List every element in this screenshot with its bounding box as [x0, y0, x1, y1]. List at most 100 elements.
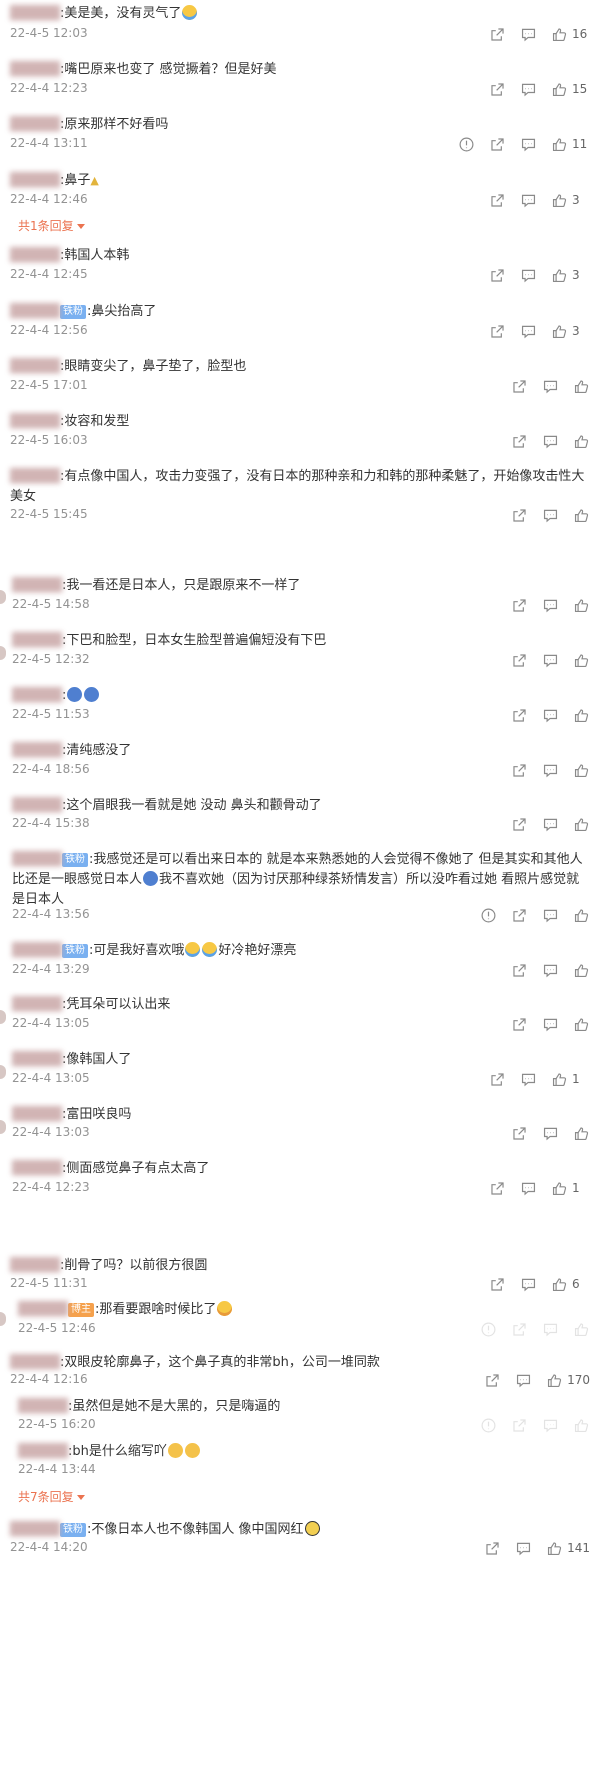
like-icon[interactable]: 170: [546, 1372, 590, 1389]
like-icon[interactable]: [573, 707, 590, 724]
share-icon[interactable]: [489, 192, 506, 209]
share-icon[interactable]: [511, 1016, 528, 1033]
comment-icon[interactable]: [520, 1276, 537, 1293]
comment-icon[interactable]: [542, 762, 559, 779]
share-icon[interactable]: [489, 136, 506, 153]
username-redacted[interactable]: █████: [12, 1161, 62, 1176]
username-redacted[interactable]: █████: [12, 1107, 62, 1122]
like-icon[interactable]: 15: [551, 81, 590, 98]
avatar[interactable]: [0, 1010, 6, 1024]
username-redacted[interactable]: █████: [10, 469, 60, 484]
username-redacted[interactable]: █████: [12, 1052, 62, 1067]
username-redacted[interactable]: █████: [10, 1258, 60, 1273]
share-icon[interactable]: [511, 1417, 528, 1434]
view-replies-link[interactable]: 共1条回复: [18, 217, 85, 234]
username-redacted[interactable]: █████: [18, 1444, 68, 1459]
avatar[interactable]: [0, 590, 6, 604]
comment-icon[interactable]: [520, 26, 537, 43]
username-redacted[interactable]: █████: [10, 1355, 60, 1370]
like-icon[interactable]: [573, 1125, 590, 1142]
like-icon[interactable]: [573, 1321, 590, 1338]
share-icon[interactable]: [511, 816, 528, 833]
username-redacted[interactable]: █████: [10, 6, 60, 21]
share-icon[interactable]: [511, 378, 528, 395]
like-icon[interactable]: [573, 816, 590, 833]
report-icon[interactable]: [480, 907, 497, 924]
share-icon[interactable]: [489, 267, 506, 284]
username-redacted[interactable]: █████: [10, 173, 60, 188]
comment-icon[interactable]: [542, 707, 559, 724]
like-icon[interactable]: 3: [551, 323, 590, 340]
username-redacted[interactable]: █████: [10, 248, 60, 263]
like-icon[interactable]: 141: [546, 1540, 590, 1557]
comment-icon[interactable]: [542, 1321, 559, 1338]
username-redacted[interactable]: █████: [10, 117, 60, 132]
avatar[interactable]: [0, 1312, 6, 1326]
username-redacted[interactable]: █████: [18, 1302, 68, 1317]
share-icon[interactable]: [511, 962, 528, 979]
share-icon[interactable]: [489, 26, 506, 43]
username-redacted[interactable]: █████: [10, 1522, 60, 1537]
like-icon[interactable]: [573, 597, 590, 614]
share-icon[interactable]: [511, 1321, 528, 1338]
comment-icon[interactable]: [520, 1180, 537, 1197]
comment-icon[interactable]: [542, 1417, 559, 1434]
username-redacted[interactable]: █████: [12, 943, 62, 958]
username-redacted[interactable]: █████: [12, 997, 62, 1012]
share-icon[interactable]: [489, 1276, 506, 1293]
comment-icon[interactable]: [542, 507, 559, 524]
comment-icon[interactable]: [520, 81, 537, 98]
username-redacted[interactable]: █████: [10, 304, 60, 319]
share-icon[interactable]: [489, 81, 506, 98]
username-redacted[interactable]: █████: [12, 743, 62, 758]
share-icon[interactable]: [511, 507, 528, 524]
share-icon[interactable]: [489, 1071, 506, 1088]
like-icon[interactable]: 1: [551, 1180, 590, 1197]
report-icon[interactable]: [480, 1321, 497, 1338]
comment-icon[interactable]: [520, 192, 537, 209]
comment-icon[interactable]: [542, 1016, 559, 1033]
avatar[interactable]: [0, 646, 6, 660]
username-redacted[interactable]: █████: [10, 414, 60, 429]
like-icon[interactable]: [573, 762, 590, 779]
share-icon[interactable]: [489, 323, 506, 340]
username-redacted[interactable]: █████: [10, 359, 60, 374]
username-redacted[interactable]: █████: [12, 633, 62, 648]
share-icon[interactable]: [484, 1372, 501, 1389]
username-redacted[interactable]: █████: [12, 852, 62, 867]
comment-icon[interactable]: [542, 378, 559, 395]
share-icon[interactable]: [511, 907, 528, 924]
share-icon[interactable]: [511, 1125, 528, 1142]
like-icon[interactable]: [573, 652, 590, 669]
comment-icon[interactable]: [520, 136, 537, 153]
report-icon[interactable]: [480, 1417, 497, 1434]
like-icon[interactable]: 6: [551, 1276, 590, 1293]
comment-icon[interactable]: [542, 907, 559, 924]
avatar[interactable]: [0, 1065, 6, 1079]
comment-icon[interactable]: [542, 652, 559, 669]
like-icon[interactable]: 3: [551, 267, 590, 284]
username-redacted[interactable]: █████: [12, 688, 62, 703]
share-icon[interactable]: [489, 1180, 506, 1197]
like-icon[interactable]: [573, 907, 590, 924]
comment-icon[interactable]: [515, 1540, 532, 1557]
report-icon[interactable]: [458, 136, 475, 153]
comment-icon[interactable]: [520, 267, 537, 284]
share-icon[interactable]: [511, 433, 528, 450]
share-icon[interactable]: [511, 707, 528, 724]
like-icon[interactable]: 1: [551, 1071, 590, 1088]
comment-icon[interactable]: [542, 433, 559, 450]
like-icon[interactable]: [573, 1417, 590, 1434]
share-icon[interactable]: [484, 1540, 501, 1557]
comment-icon[interactable]: [542, 597, 559, 614]
share-icon[interactable]: [511, 762, 528, 779]
view-replies-link[interactable]: 共7条回复: [18, 1488, 85, 1505]
like-icon[interactable]: 11: [551, 136, 590, 153]
share-icon[interactable]: [511, 652, 528, 669]
like-icon[interactable]: [573, 507, 590, 524]
like-icon[interactable]: 16: [551, 26, 590, 43]
like-icon[interactable]: [573, 1016, 590, 1033]
like-icon[interactable]: [573, 378, 590, 395]
comment-icon[interactable]: [542, 962, 559, 979]
comment-icon[interactable]: [520, 1071, 537, 1088]
